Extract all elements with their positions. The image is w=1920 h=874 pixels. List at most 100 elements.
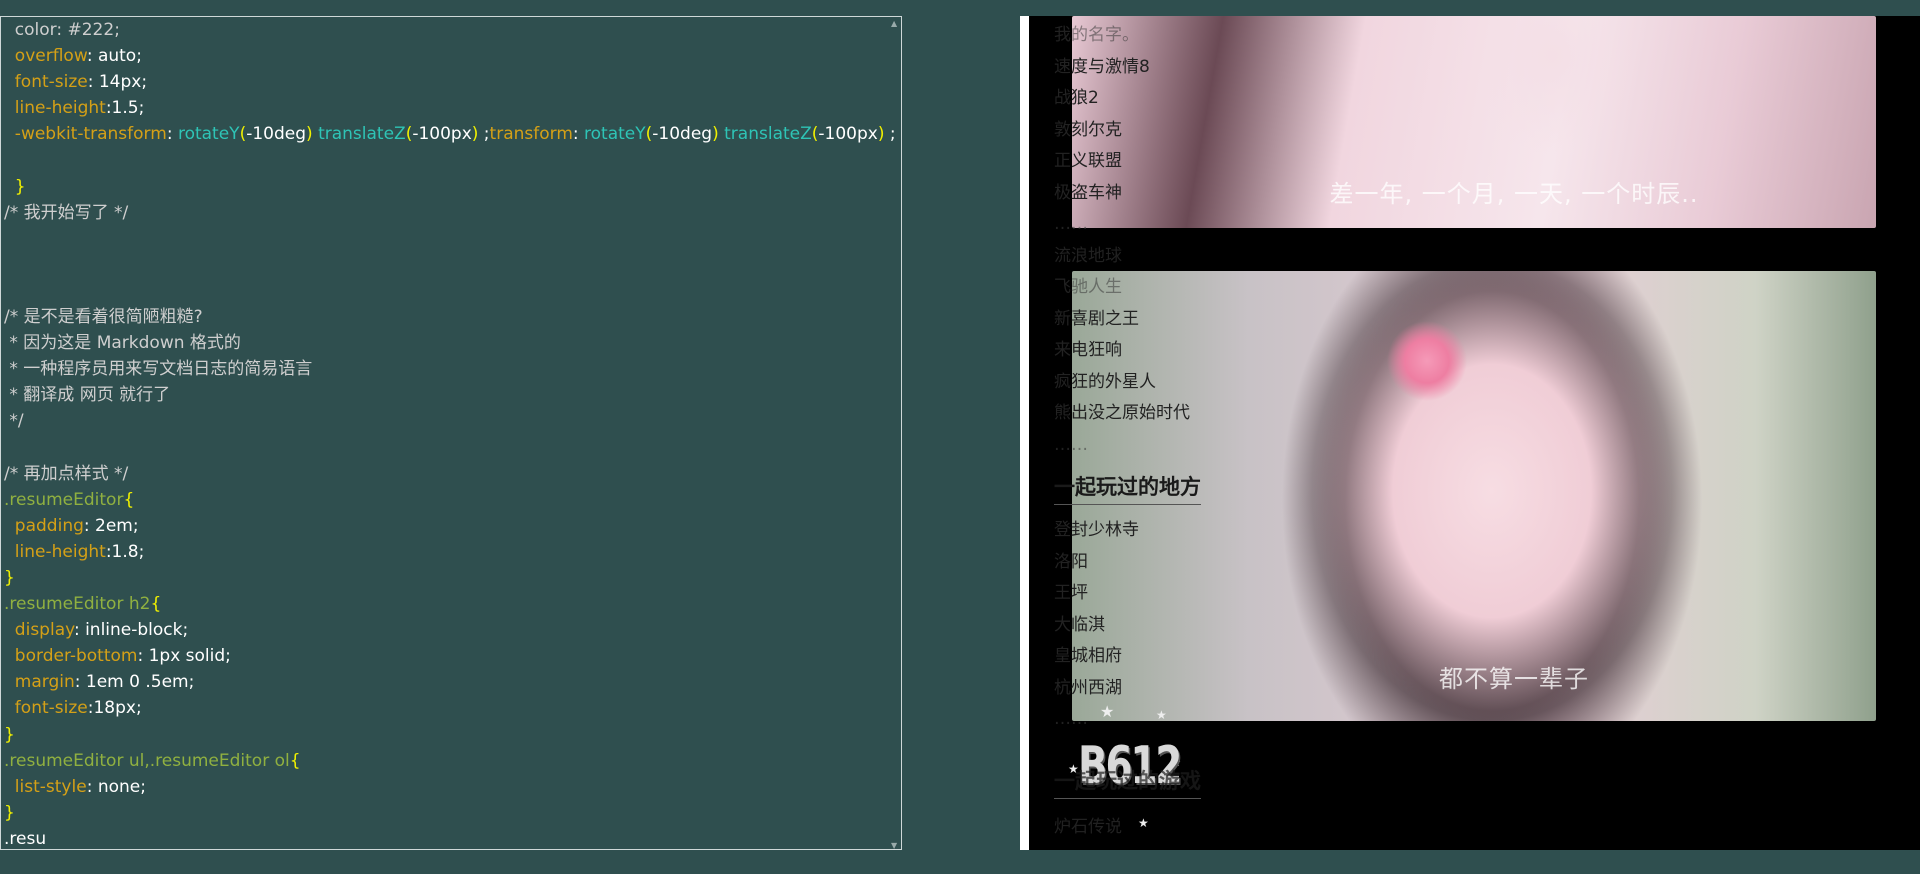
code-token: overflow <box>4 46 87 67</box>
code-line: } <box>1 565 901 591</box>
code-token: ; <box>884 124 896 145</box>
list-item: 敦刻尔克 <box>1054 119 1122 140</box>
code-token: */ <box>4 411 24 432</box>
code-token: ; <box>478 124 490 145</box>
code-token: -100px <box>412 124 472 145</box>
code-token: : 2em; <box>83 515 139 536</box>
code-token: :1.8; <box>105 541 145 562</box>
code-token: line-height <box>4 541 106 562</box>
list-item: …… <box>1054 214 1088 234</box>
code-token: rotateY <box>584 124 646 145</box>
code-line: .resumeEditor h2{ <box>1 591 901 617</box>
list-item: 速度与激情8 <box>1054 56 1150 77</box>
list-item: 熊出没之原始时代 <box>1054 403 1190 423</box>
code-token: translateZ <box>318 124 406 145</box>
code-token: :18px; <box>87 698 142 719</box>
code-token: { <box>123 489 135 510</box>
list-item: 疯狂的外星人 <box>1054 371 1156 392</box>
code-line: color: #222; <box>1 17 901 43</box>
code-line: * 一种程序员用来写文档日志的简易语言 <box>1 356 901 382</box>
code-token: .resu <box>4 828 47 849</box>
code-token: line-height <box>4 98 106 119</box>
code-token: margin <box>4 672 75 693</box>
code-token: { <box>150 594 162 615</box>
list-item: …… <box>1054 434 1088 455</box>
games-heading: 一起玩过的游戏 <box>1054 765 1201 799</box>
code-line: list-style: none; <box>1 774 901 800</box>
list-item: 飞驰人生 <box>1054 277 1122 297</box>
code-token: border-bottom <box>4 646 138 667</box>
games-list: 炉石传说 <box>1054 812 1122 844</box>
code-line: font-size: 14px; <box>1 69 901 95</box>
code-line: margin: 1em 0 .5em; <box>1 669 901 695</box>
code-token: : 1px solid; <box>137 646 231 667</box>
resume-preview[interactable]: 差一年, 一个月, 一天, 一个时辰.. 都不算一辈子 我的名字。 速度与激情8 战… <box>1020 16 1920 850</box>
code-line: line-height:1.5; <box>1 95 901 121</box>
code-token: /* 是不是看着很简陋粗糙? <box>4 307 203 328</box>
code-token: /* 我开始写了 */ <box>4 202 129 223</box>
code-token: ) <box>712 124 719 145</box>
code-token: -10deg <box>246 124 307 145</box>
code-line: } <box>1 174 901 200</box>
code-editor[interactable]: ▲ ▼ color: #222; overflow: auto; font-si… <box>0 16 902 850</box>
star-icon: ★ <box>1100 702 1115 721</box>
photo-girl-top: 差一年, 一个月, 一天, 一个时辰.. <box>1072 16 1876 228</box>
code-token: :1.5; <box>105 98 145 119</box>
code-token: color: #222; <box>4 20 120 40</box>
list-item: 王坪 <box>1054 583 1088 603</box>
photo-caption: 都不算一辈子 <box>1439 665 1589 693</box>
code-token: : auto; <box>86 46 142 67</box>
list-item: 来电狂响 <box>1054 340 1122 360</box>
code-token: display <box>4 620 74 641</box>
scroll-up-arrow-icon[interactable]: ▲ <box>891 19 899 28</box>
code-token: : <box>166 124 178 145</box>
code-line: line-height:1.8; <box>1 539 901 565</box>
list-item: 炉石传说 <box>1054 817 1122 837</box>
star-icon: ★ <box>1156 708 1167 722</box>
list-item: 战狼2 <box>1054 88 1099 108</box>
scroll-down-arrow-icon[interactable]: ▼ <box>891 841 899 849</box>
places-list: 登封少林寺 洛阳 王坪 大临淇 皇城相府 杭州西湖…… <box>1054 515 1139 736</box>
code-line: /* 再加点样式 */ <box>1 461 901 487</box>
places-heading: 一起玩过的地方 <box>1054 471 1201 505</box>
code-token: : 1em 0 .5em; <box>74 672 195 693</box>
code-line: /* 是不是看着很简陋粗糙? <box>1 304 901 330</box>
code-token: .resumeEditor ul,.resumeEditor ol <box>4 750 290 771</box>
code-line: /* 我开始写了 */ <box>1 200 901 226</box>
panel-edge <box>1020 16 1029 850</box>
list-item: 新喜剧之王 <box>1054 308 1139 329</box>
top-bar <box>0 0 1920 8</box>
code-token: /* 再加点样式 */ <box>4 463 129 484</box>
code-line: * 因为这是 Markdown 格式的 <box>1 330 901 356</box>
list-item: 皇城相府 <box>1054 646 1122 666</box>
code-line: overflow: auto; <box>1 43 901 69</box>
code-line: font-size:18px; <box>1 695 901 721</box>
code-token: } <box>4 567 15 588</box>
code-token: rotateY <box>177 124 240 145</box>
code-line: } <box>1 722 901 748</box>
movies-list: 我的名字。 速度与激情8 战狼2 敦刻尔克 正义联盟 极盗车神 …… 流浪地球 飞驰人生 新喜剧之… <box>1054 20 1190 461</box>
code-token: : <box>572 124 585 145</box>
code-token: } <box>4 176 26 197</box>
code-line: padding: 2em; <box>1 513 901 539</box>
code-token: } <box>4 802 15 823</box>
code-token: -100px <box>818 124 878 145</box>
code-token: .resumeEditor <box>4 489 124 510</box>
list-item: 登封少林寺 <box>1054 520 1139 540</box>
list-item: 正义联盟 <box>1054 151 1122 171</box>
code-token: font-size <box>4 72 88 93</box>
code-token: -webkit-transform <box>4 124 167 145</box>
code-token: * 一种程序员用来写文档日志的简易语言 <box>4 359 313 380</box>
code-line: * 翻译成 网页 就行了 <box>1 382 901 408</box>
code-line: .resumeEditor{ <box>1 487 901 513</box>
list-item: 极盗车神 <box>1054 182 1122 203</box>
code-token: .resumeEditor h2 <box>4 594 151 615</box>
code-token: } <box>4 724 15 745</box>
code-line: } <box>1 800 901 826</box>
code-line: display: inline-block; <box>1 617 901 643</box>
code-token: transform <box>489 124 573 145</box>
